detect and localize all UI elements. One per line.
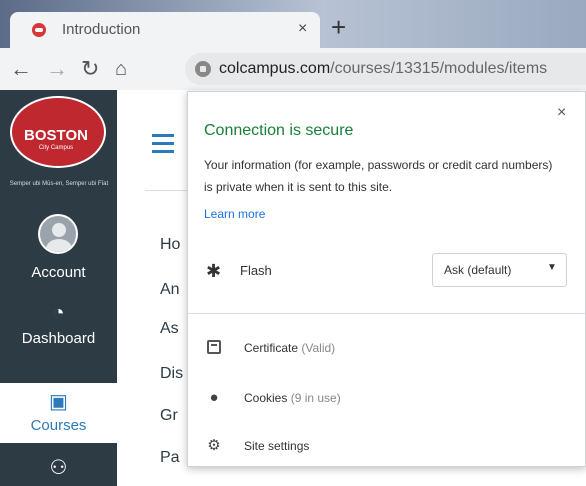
home-icon[interactable]: ⌂ bbox=[115, 54, 127, 84]
course-nav-item[interactable]: Gr bbox=[160, 407, 178, 425]
popup-divider bbox=[188, 313, 586, 314]
puzzle-piece-icon: ✱ bbox=[206, 261, 222, 281]
reload-icon[interactable]: ↻ bbox=[81, 54, 99, 84]
gear-icon: ⚙ bbox=[207, 437, 221, 454]
dashboard-icon: ◔ bbox=[52, 302, 65, 324]
sidebar-item-label: Dashboard bbox=[21, 330, 96, 347]
certificate-label: Certificate (Valid) bbox=[244, 341, 336, 355]
logo-subtitle: City Campus bbox=[38, 145, 74, 151]
cookies-label: Cookies (9 in use) bbox=[244, 391, 341, 405]
logo-title: BOSTON bbox=[24, 127, 88, 144]
course-nav-item[interactable]: An bbox=[160, 281, 180, 299]
chevron-down-icon: ▼ bbox=[547, 262, 557, 273]
sidebar-item-courses[interactable]: ▣ Courses bbox=[0, 383, 117, 443]
global-navigation-sidebar: BOSTON City Campus Semper ubi Mūs-en, Se… bbox=[0, 90, 117, 486]
certificate-icon bbox=[207, 340, 221, 354]
connection-description: Your information (for example, passwords… bbox=[204, 158, 553, 194]
logo-motto: Semper ubi Mūs-en, Semper ubi Fīat bbox=[9, 181, 109, 187]
browser-tab[interactable]: Introduction × bbox=[10, 12, 320, 48]
site-info-popup: Connection is secure × Your information … bbox=[187, 91, 586, 467]
address-bar[interactable]: colcampus.com/courses/13315/modules/item… bbox=[185, 53, 586, 85]
sidebar-item-label: Account bbox=[31, 264, 86, 281]
url-text[interactable]: colcampus.com/courses/13315/modules/item… bbox=[219, 60, 547, 78]
site-settings-label: Site settings bbox=[244, 439, 310, 453]
course-nav-item[interactable]: Pa bbox=[160, 449, 180, 467]
course-nav-item[interactable]: Dis bbox=[160, 365, 183, 383]
tab-strip: Introduction × + bbox=[0, 0, 586, 48]
canvas-favicon-icon bbox=[32, 23, 46, 37]
course-nav-item[interactable]: As bbox=[160, 320, 179, 338]
new-tab-button[interactable]: + bbox=[331, 14, 346, 40]
close-icon[interactable]: × bbox=[557, 104, 566, 122]
forward-arrow-icon[interactable]: → bbox=[46, 54, 68, 84]
school-logo[interactable]: BOSTON City Campus bbox=[8, 96, 108, 176]
flash-label: Flash bbox=[240, 263, 272, 278]
tab-close-icon[interactable]: × bbox=[298, 20, 307, 38]
course-menu-toggle[interactable] bbox=[152, 134, 174, 158]
tab-title: Introduction bbox=[62, 21, 141, 38]
sidebar-item-label: Courses bbox=[30, 417, 87, 434]
avatar bbox=[38, 214, 78, 254]
courses-icon: ▣ bbox=[49, 391, 68, 413]
groups-icon: ⚇ bbox=[49, 457, 68, 479]
flash-permission-value: Ask (default) bbox=[444, 263, 512, 277]
back-arrow-icon[interactable]: ← bbox=[10, 54, 32, 84]
learn-more-link[interactable]: Learn more bbox=[204, 207, 265, 221]
flash-permission-select[interactable]: Ask (default) ▼ bbox=[432, 253, 567, 287]
course-nav-item[interactable]: Ho bbox=[160, 236, 180, 254]
connection-status-title: Connection is secure bbox=[204, 122, 354, 139]
cookie-icon: ● bbox=[209, 389, 219, 406]
lock-icon[interactable] bbox=[195, 61, 211, 77]
browser-toolbar: ← → ↻ ⌂ colcampus.com/courses/13315/modu… bbox=[0, 48, 586, 90]
